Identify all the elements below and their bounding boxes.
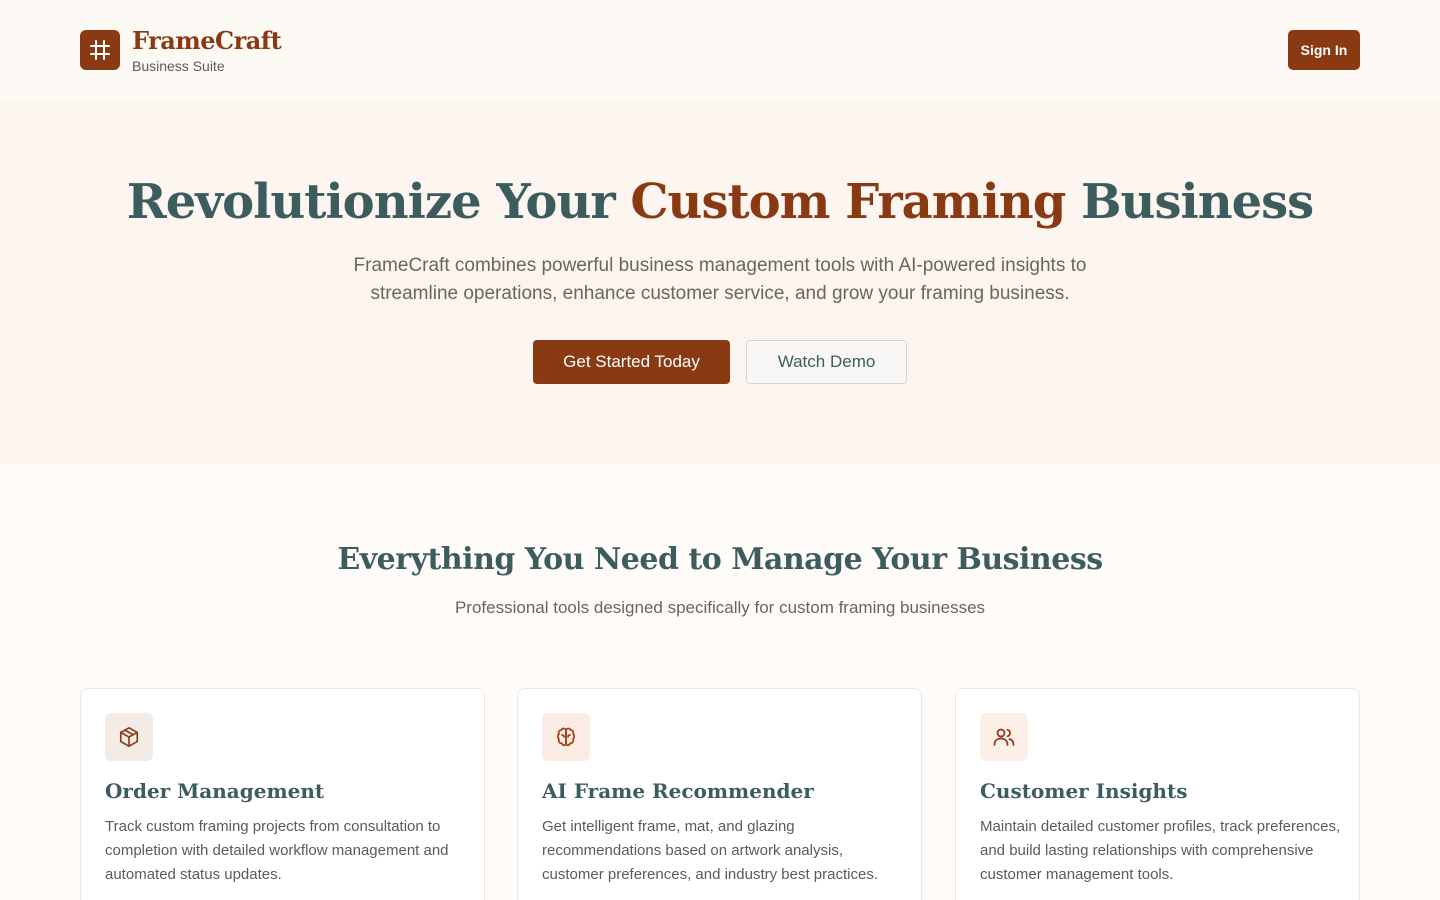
features-section: Everything You Need to Manage Your Busin… (0, 464, 1440, 900)
site-header: FrameCraft Business Suite Sign In (0, 0, 1440, 100)
logo-icon[interactable] (80, 30, 120, 70)
feature-card-ai-recommender: AI Frame Recommender Get intelligent fra… (517, 688, 922, 900)
card-title: Customer Insights (980, 779, 1188, 803)
landing-page: FrameCraft Business Suite Sign In Revolu… (0, 0, 1440, 900)
card-title: Order Management (105, 779, 325, 803)
card-description: Get intelligent frame, mat, and glazing … (542, 818, 878, 883)
card-description: Maintain detailed customer profiles, tra… (980, 818, 1341, 883)
feature-card-order-management: Order Management Track custom framing pr… (80, 688, 485, 900)
card-title: AI Frame Recommender (542, 779, 814, 803)
brand-subtitle: Business Suite (132, 58, 225, 74)
hero-title-part2: Business (1065, 174, 1314, 230)
hero-section: Revolutionize Your Custom Framing Busine… (0, 100, 1440, 464)
sign-in-button[interactable]: Sign In (1288, 30, 1360, 70)
hero-title: Revolutionize Your Custom Framing Busine… (0, 174, 1440, 230)
users-icon (980, 713, 1028, 761)
features-title: Everything You Need to Manage Your Busin… (337, 542, 1103, 577)
hero-description: FrameCraft combines powerful business ma… (353, 255, 1087, 304)
brand-name[interactable]: FrameCraft (132, 26, 282, 55)
watch-demo-button[interactable]: Watch Demo (746, 340, 907, 384)
hero-title-part1: Revolutionize Your (126, 174, 631, 230)
hero-title-accent: Custom Framing (630, 174, 1066, 230)
get-started-button[interactable]: Get Started Today (533, 340, 730, 384)
brain-icon (542, 713, 590, 761)
feature-card-customer-insights: Customer Insights Maintain detailed cust… (955, 688, 1360, 900)
card-description: Track custom framing projects from consu… (105, 818, 449, 883)
package-icon (105, 713, 153, 761)
features-subtitle: Professional tools designed specifically… (454, 598, 986, 617)
